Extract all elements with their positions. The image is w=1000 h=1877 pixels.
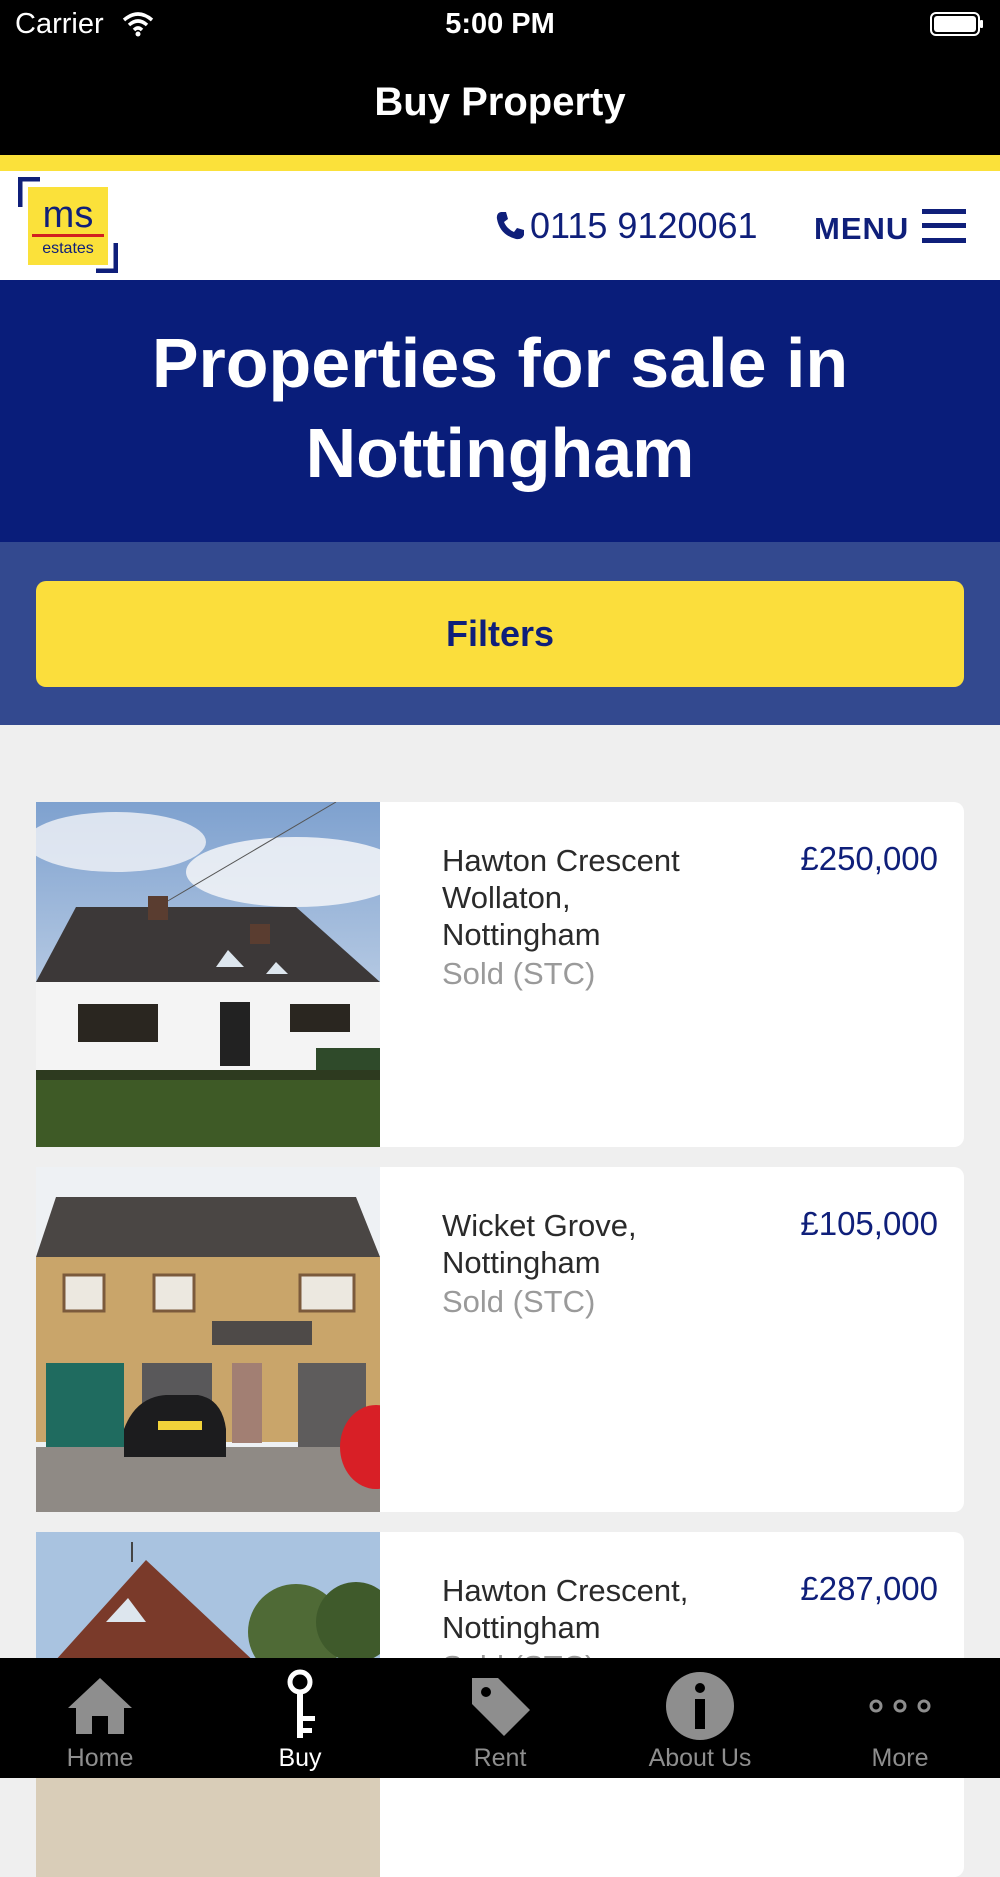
tab-more[interactable]: More xyxy=(800,1658,1000,1778)
filters-area: Filters xyxy=(0,542,1000,725)
tab-home[interactable]: Home xyxy=(0,1658,200,1778)
tab-label: Home xyxy=(66,1744,134,1772)
tab-label: About Us xyxy=(648,1744,752,1772)
listing-price: £287,000 xyxy=(800,1570,938,1607)
phone-link[interactable]: 0115 9120061 xyxy=(494,205,758,247)
site-header: ms estates 0115 9120061 MENU xyxy=(0,171,1000,280)
key-icon xyxy=(287,1669,315,1738)
phone-icon xyxy=(496,212,524,240)
tag-icon xyxy=(472,1678,530,1736)
listing-status: Sold (STC) xyxy=(442,1284,596,1319)
listing-card[interactable]: Hawton Crescent Wollaton, Nottingham Sol… xyxy=(36,802,964,1147)
tab-label: Buy xyxy=(278,1744,322,1772)
ms-estates-logo[interactable]: ms estates xyxy=(18,177,118,273)
tab-rent[interactable]: Rent xyxy=(400,1658,600,1778)
tab-label: More xyxy=(871,1744,929,1772)
phone-number: 0115 9120061 xyxy=(530,205,758,246)
svg-text:ms: ms xyxy=(43,194,94,236)
home-icon xyxy=(68,1678,132,1734)
battery-icon xyxy=(930,12,983,36)
listing-address-text: Hawton Crescent, Nottingham xyxy=(442,1573,689,1645)
tab-bar: Home Buy Rent About Us More xyxy=(0,1658,1000,1778)
navigation-bar: Buy Property xyxy=(0,50,1000,155)
listing-price: £105,000 xyxy=(800,1205,938,1242)
tab-buy[interactable]: Buy xyxy=(200,1658,400,1778)
listing-address: Hawton Crescent Wollaton, Nottingham Sol… xyxy=(442,842,702,995)
listing-address-text: Hawton Crescent Wollaton, Nottingham xyxy=(442,843,680,952)
tab-about-us[interactable]: About Us xyxy=(600,1658,800,1778)
brand-strip xyxy=(0,155,1000,171)
filters-button[interactable]: Filters xyxy=(36,581,964,687)
listing-card[interactable]: Wicket Grove, Nottingham Sold (STC) £105… xyxy=(36,1167,964,1512)
page-title: Properties for sale in Nottingham xyxy=(151,324,849,492)
listing-address: Wicket Grove, Nottingham Sold (STC) xyxy=(442,1207,702,1323)
listing-status: Sold (STC) xyxy=(442,956,596,991)
more-dots-icon xyxy=(869,1699,931,1713)
property-photo xyxy=(36,802,380,1147)
status-bar: Carrier 5:00 PM xyxy=(0,0,1000,50)
svg-text:estates: estates xyxy=(42,240,94,257)
nav-title: Buy Property xyxy=(374,80,626,124)
property-photo xyxy=(36,1167,380,1512)
tab-label: Rent xyxy=(473,1744,527,1772)
listing-price: £250,000 xyxy=(800,840,938,877)
info-icon xyxy=(666,1672,734,1740)
menu-label[interactable]: MENU xyxy=(814,211,909,247)
listing-address-text: Wicket Grove, Nottingham xyxy=(442,1208,637,1280)
hero-banner: Properties for sale in Nottingham xyxy=(0,280,1000,542)
hamburger-menu-icon[interactable] xyxy=(922,207,966,245)
status-time: 5:00 PM xyxy=(445,8,555,40)
